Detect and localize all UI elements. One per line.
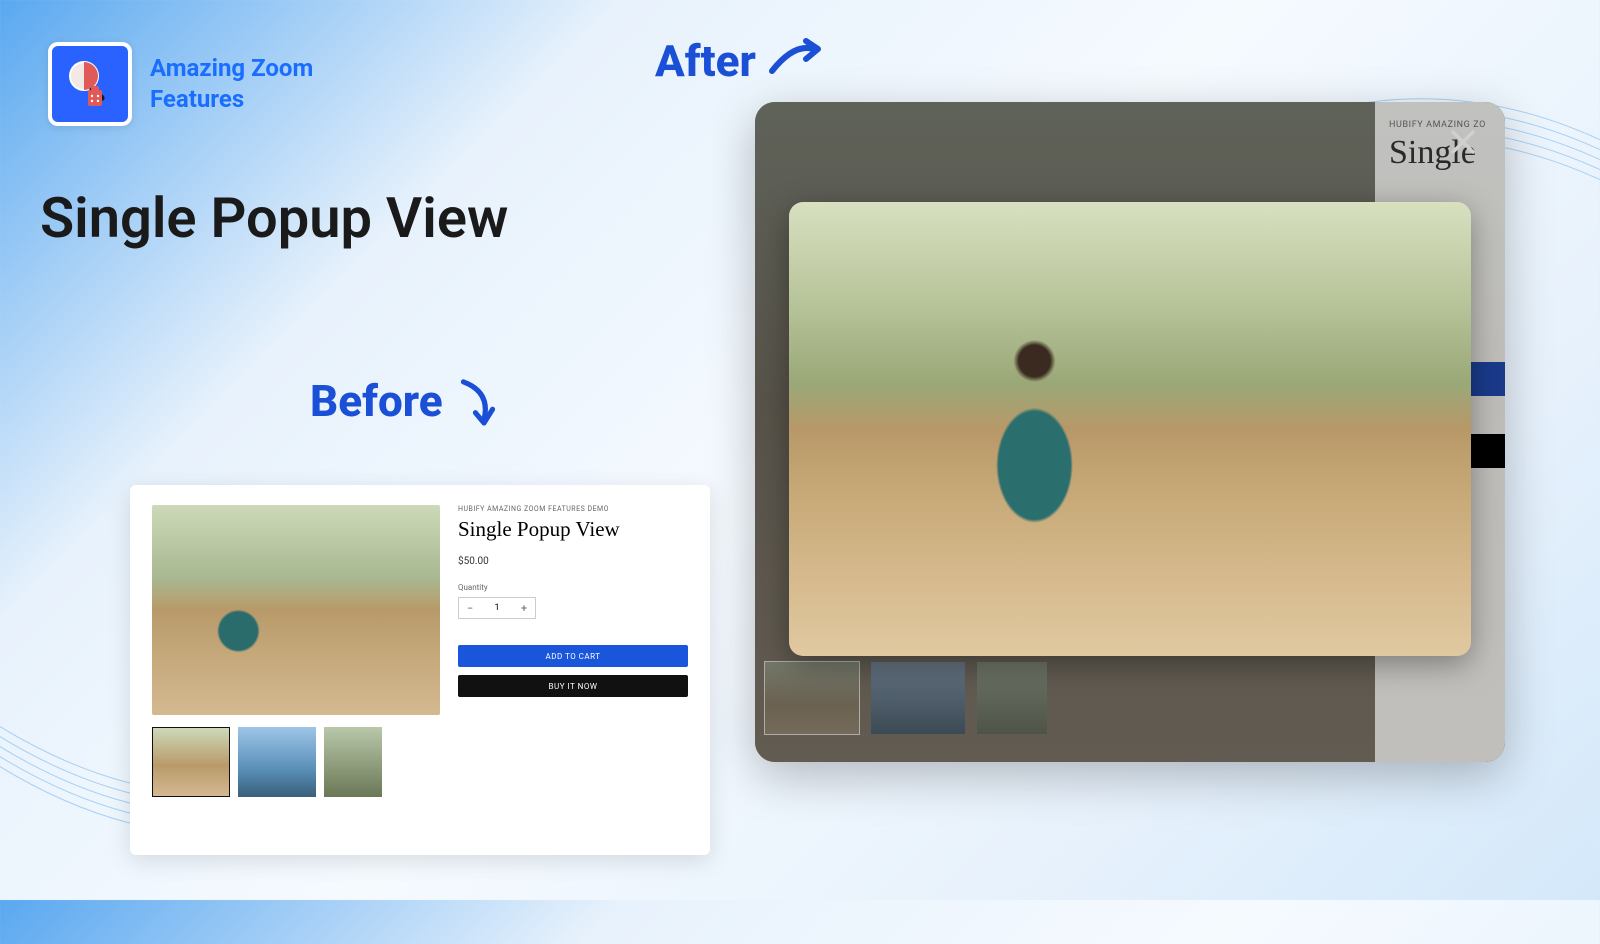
qty-increase-button[interactable]: +: [513, 602, 535, 615]
thumbnail-row: [152, 727, 688, 797]
zoom-popup-image[interactable]: [789, 202, 1471, 656]
quantity-stepper: − 1 +: [458, 597, 536, 619]
after-label: After: [655, 35, 826, 87]
thumbnail-1[interactable]: [152, 727, 230, 797]
arrow-right-icon: [766, 35, 826, 79]
thumbnail-3[interactable]: [324, 727, 382, 797]
product-main-image[interactable]: [152, 505, 440, 715]
brand-area: Amazing Zoom Features: [48, 42, 313, 126]
arrow-down-icon: [453, 375, 503, 435]
before-label: Before: [310, 375, 503, 435]
qty-value: 1: [481, 603, 513, 613]
after-thumbnail-1[interactable]: [765, 662, 859, 734]
after-thumbnail-3[interactable]: [977, 662, 1047, 734]
page-title: Single Popup View: [40, 185, 508, 251]
qty-decrease-button[interactable]: −: [459, 602, 481, 615]
before-card: HUBIFY AMAZING ZOOM FEATURES DEMO Single…: [130, 485, 710, 855]
product-vendor: HUBIFY AMAZING ZOOM FEATURES DEMO: [458, 505, 688, 513]
add-to-cart-button[interactable]: ADD TO CART: [458, 645, 688, 667]
product-title: Single Popup View: [458, 517, 688, 542]
thumbnail-2[interactable]: [238, 727, 316, 797]
close-button[interactable]: [1445, 124, 1481, 160]
zoom-popup: [789, 202, 1471, 656]
after-thumbnail-2[interactable]: [871, 662, 965, 734]
after-text: After: [655, 35, 756, 87]
after-thumb-row: [765, 662, 1047, 734]
product-price: $50.00: [458, 556, 688, 567]
before-text: Before: [310, 375, 443, 427]
app-logo: [48, 42, 132, 126]
buy-now-button[interactable]: BUY IT NOW: [458, 675, 688, 697]
close-icon: [1449, 128, 1477, 156]
after-panel: HUBIFY AMAZING ZO Single: [755, 102, 1505, 762]
quantity-label: Quantity: [458, 583, 688, 592]
brand-name: Amazing Zoom Features: [150, 53, 313, 115]
